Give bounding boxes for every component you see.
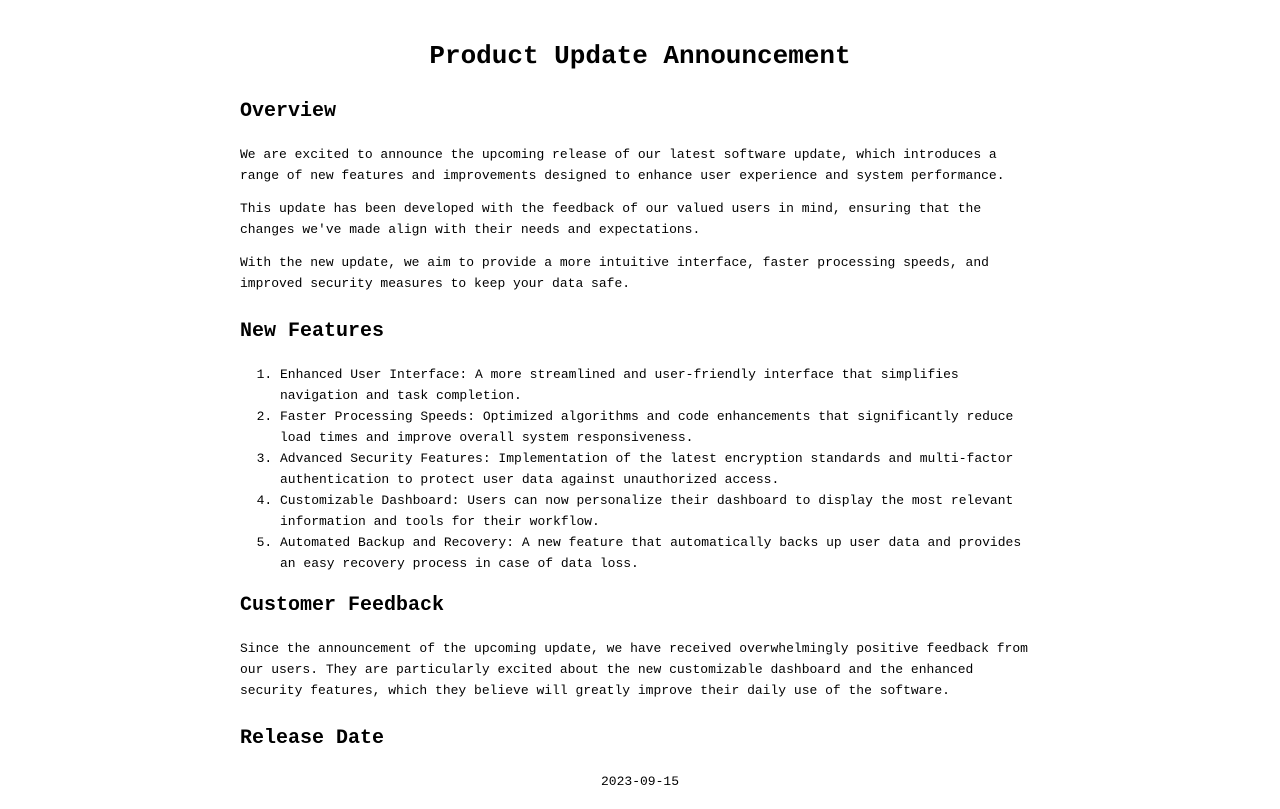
overview-section: Overview We are excited to announce the … <box>240 98 1040 294</box>
feedback-section: Customer Feedback Since the announcement… <box>240 592 1040 701</box>
document: Product Update Announcement Overview We … <box>240 0 1040 792</box>
release-heading: Release Date <box>240 727 385 750</box>
overview-paragraph: This update has been developed with the … <box>240 201 982 237</box>
page-title: Product Update Announcement <box>429 41 851 71</box>
feature-item: Customizable Dashboard: Users can now pe… <box>280 490 1040 532</box>
feature-item: Faster Processing Speeds: Optimized algo… <box>280 406 1040 448</box>
release-date: 2023-09-15 <box>600 774 679 789</box>
release-section: Release Date 2023-09-15 <box>240 725 1040 792</box>
feature-item: Enhanced User Interface: A more streamli… <box>280 364 1040 406</box>
features-heading: New Features <box>240 320 385 343</box>
feedback-paragraph: Since the announcement of the upcoming u… <box>240 641 1028 698</box>
feature-item: Automated Backup and Recovery: A new fea… <box>280 532 1040 574</box>
features-list: Enhanced User Interface: A more streamli… <box>240 364 1040 574</box>
feedback-heading: Customer Feedback <box>240 594 445 617</box>
overview-paragraph: With the new update, we aim to provide a… <box>240 255 989 291</box>
overview-paragraph: We are excited to announce the upcoming … <box>240 147 1005 183</box>
overview-heading: Overview <box>240 100 337 123</box>
features-section: New Features Enhanced User Interface: A … <box>240 318 1040 574</box>
feature-item: Advanced Security Features: Implementati… <box>280 448 1040 490</box>
